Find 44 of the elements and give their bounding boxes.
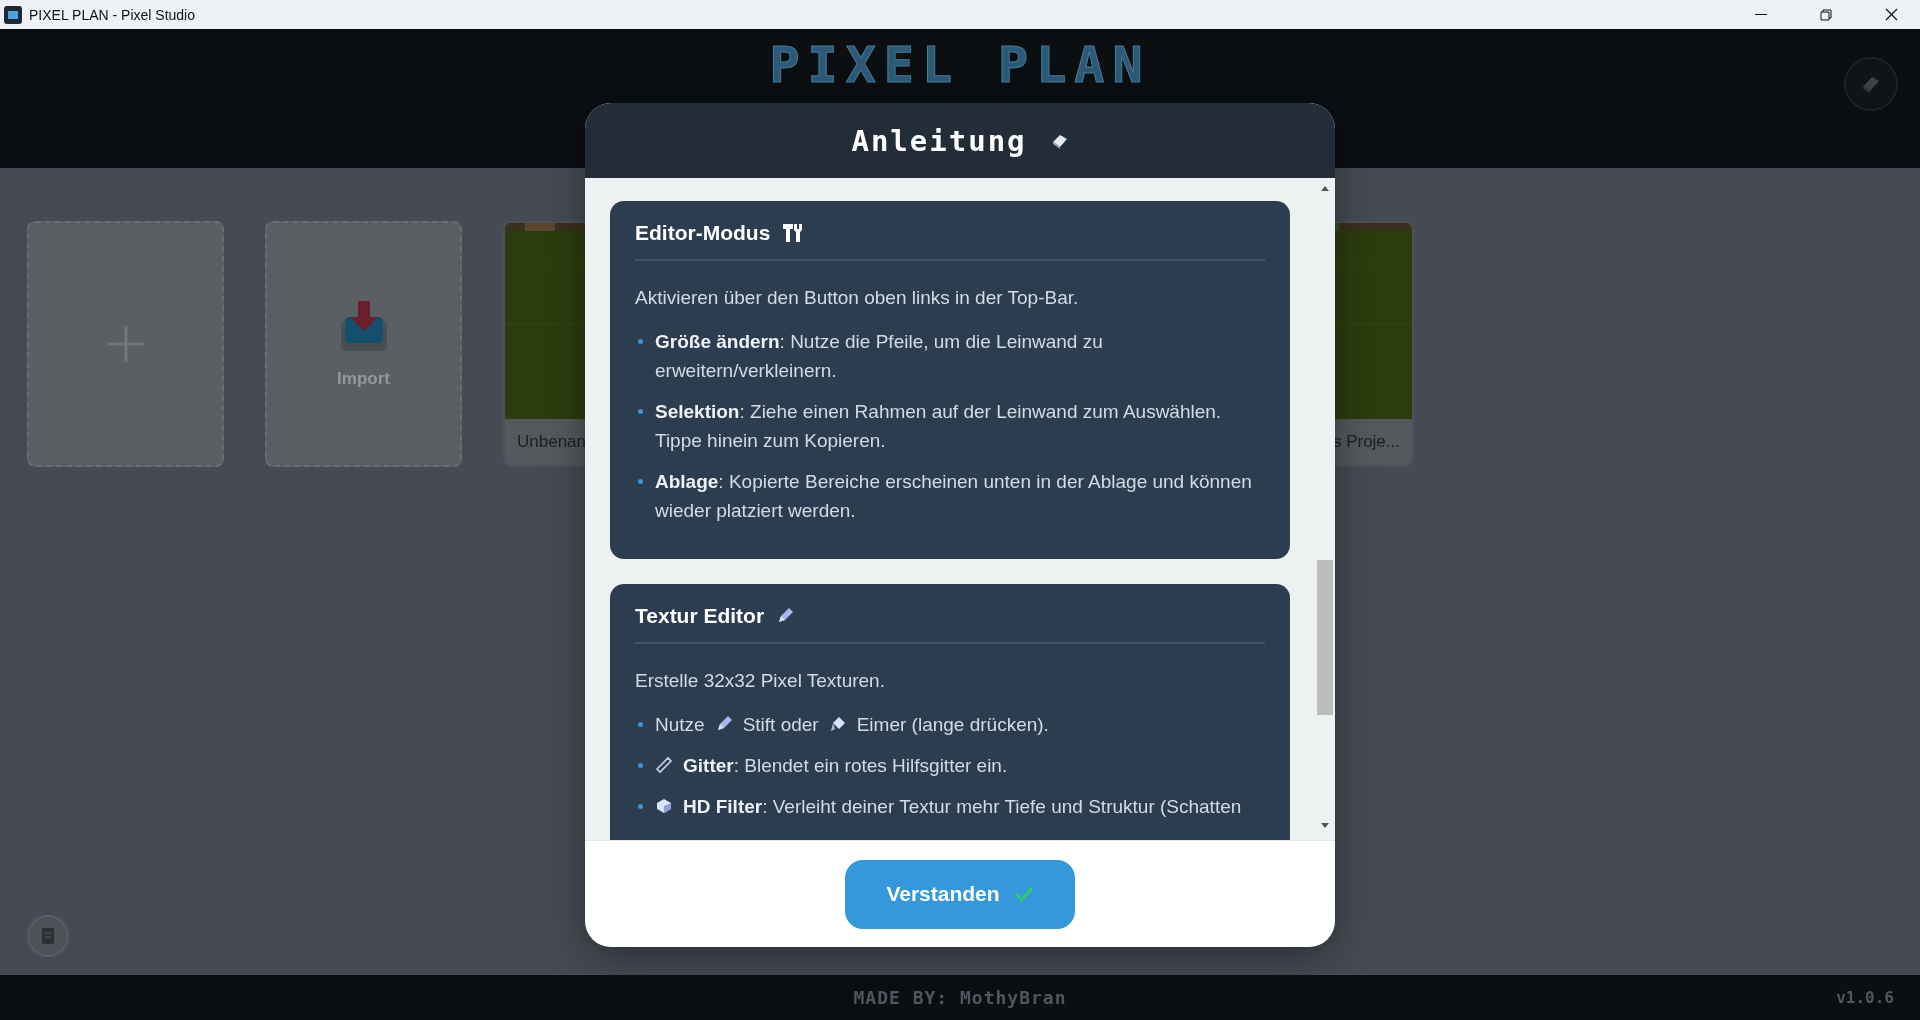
help-text: Stift oder — [742, 713, 819, 737]
note-icon — [39, 926, 57, 946]
scroll-thumb[interactable] — [1317, 559, 1333, 715]
window-title: PIXEL PLAN - Pixel Studio — [29, 6, 196, 23]
bullet-icon — [638, 339, 643, 344]
section-intro: Aktivieren über den Button oben links in der Top-Bar. — [635, 287, 1080, 309]
confirm-button[interactable]: Verstanden — [845, 859, 1075, 929]
bullet-icon — [638, 804, 643, 809]
eraser-icon — [1050, 132, 1069, 149]
section-intro: Erstelle 32x32 Pixel Texturen. — [635, 670, 886, 692]
scroll-down-icon[interactable] — [1320, 822, 1330, 830]
tools-icon — [782, 222, 805, 244]
section-title: Editor-Modus — [635, 221, 771, 245]
cube-icon — [655, 797, 673, 815]
app-icon — [4, 5, 22, 24]
import-tile[interactable]: Import — [265, 221, 462, 467]
help-text: Eimer (lange drücken). — [856, 713, 1049, 737]
help-text: Ablage: Kopierte Bereiche erscheinen unten in der Ablage und können wieder platziert werden. — [655, 470, 1253, 523]
bucket-icon — [828, 715, 847, 733]
import-label: Import — [337, 369, 390, 389]
minimize-icon[interactable] — [1755, 13, 1767, 16]
credit-text: MADE BY: MothyBran — [853, 987, 1067, 1008]
plus-icon — [105, 324, 146, 364]
help-text: Selektion: Ziehe einen Rahmen auf der Leinwand zum Auswählen. Tippe hinein zum Kopieren. — [655, 400, 1223, 453]
check-icon — [1013, 886, 1034, 902]
scroll-up-icon[interactable] — [1320, 184, 1330, 192]
section-title: Textur Editor — [635, 604, 765, 628]
bullet-icon — [638, 763, 643, 768]
dialog-title: Anleitung — [851, 123, 1027, 158]
help-text: Nutze — [655, 713, 705, 737]
pencil-icon — [776, 607, 795, 625]
close-icon[interactable] — [1884, 8, 1898, 21]
bullet-icon — [638, 722, 643, 727]
project-name: Unbenan — [517, 432, 586, 452]
help-text: HD Filter: Verleiht deiner Textur mehr Tiefe und Struktur (Schatten — [683, 795, 1242, 819]
app-logo: PIXEL PLAN — [769, 37, 1151, 93]
bullet-icon — [638, 479, 643, 484]
restore-icon[interactable] — [1820, 8, 1832, 21]
help-text: Größe ändern: Nutze die Pfeile, um die Leinwand zu erweitern/verkleinern. — [655, 330, 1104, 383]
version-text: v1.0.6 — [1836, 988, 1894, 1007]
ruler-icon — [655, 756, 673, 774]
bullet-icon — [638, 409, 643, 414]
help-text: Gitter: Blendet ein rotes Hilfsgitter ein. — [683, 754, 1008, 778]
new-project-tile[interactable] — [27, 221, 224, 467]
